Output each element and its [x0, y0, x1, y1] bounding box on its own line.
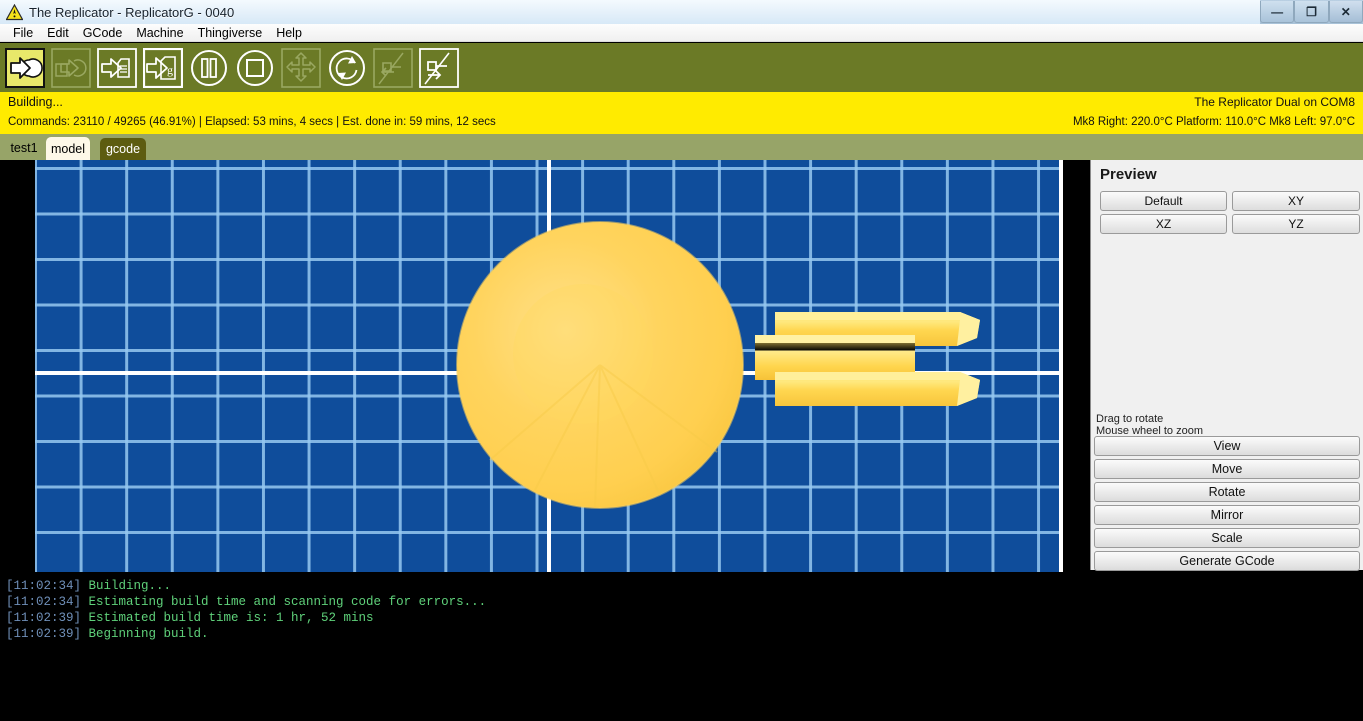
log-message: Beginning build.: [88, 627, 209, 641]
maximize-button[interactable]: ❐: [1294, 1, 1329, 23]
disconnect-icon[interactable]: [373, 47, 413, 88]
console-log[interactable]: [11:02:34] Building... [11:02:34] Estima…: [0, 574, 1363, 721]
preview-panel: Preview Default XY XZ YZ Drag to rotate …: [1090, 160, 1363, 571]
tab-strip: test1 model gcode: [0, 134, 1363, 160]
scale-button[interactable]: Scale: [1094, 528, 1360, 548]
menu-item-machine[interactable]: Machine: [129, 24, 190, 42]
log-timestamp: [11:02:39]: [6, 611, 89, 625]
menu-item-thingiverse[interactable]: Thingiverse: [191, 24, 270, 42]
connect-icon[interactable]: [419, 47, 459, 88]
viewport-right-border: [1059, 160, 1063, 572]
stop-icon[interactable]: [235, 48, 275, 88]
model-viewport[interactable]: [35, 160, 1063, 572]
machine-name-text: The Replicator Dual on COM8: [1194, 95, 1355, 109]
view-xy-button[interactable]: XY: [1232, 191, 1360, 211]
status-banner: Building... The Replicator Dual on COM8 …: [0, 92, 1363, 134]
viewport-hint-text: Drag to rotate Mouse wheel to zoom: [1096, 413, 1203, 437]
window-title: The Replicator - ReplicatorG - 0040: [29, 4, 235, 20]
menu-item-file[interactable]: File: [6, 24, 40, 42]
pause-icon[interactable]: [189, 48, 229, 88]
tab-gcode[interactable]: gcode: [100, 138, 146, 160]
move-button[interactable]: Move: [1094, 459, 1360, 479]
title-bar[interactable]: The Replicator - ReplicatorG - 0040: [0, 0, 1260, 24]
temperature-readout: Mk8 Right: 220.0°C Platform: 110.0°C Mk8…: [1072, 116, 1355, 128]
log-message: Estimating build time and scanning code …: [88, 595, 487, 609]
build-state-text: Building...: [8, 95, 63, 109]
generate-gcode-button[interactable]: Generate GCode: [1094, 551, 1360, 571]
view-xz-button[interactable]: XZ: [1100, 214, 1227, 234]
tab-model[interactable]: model: [46, 137, 90, 160]
log-timestamp: [11:02:39]: [6, 627, 89, 641]
log-message: Estimated build time is: 1 hr, 52 mins: [88, 611, 374, 625]
close-button[interactable]: ✕: [1328, 1, 1363, 23]
log-line: [11:02:39] Estimated build time is: 1 hr…: [6, 610, 1363, 626]
log-message: Building...: [88, 579, 172, 593]
menu-item-help[interactable]: Help: [269, 24, 309, 42]
menu-bar: File Edit GCode Machine Thingiverse Help: [0, 24, 1363, 42]
rotate-button[interactable]: Rotate: [1094, 482, 1360, 502]
view-yz-button[interactable]: YZ: [1232, 214, 1360, 234]
toolbar: g: [0, 43, 1363, 92]
log-line: [11:02:34] Estimating build time and sca…: [6, 594, 1363, 610]
menu-item-edit[interactable]: Edit: [40, 24, 76, 42]
control-panel-icon[interactable]: [281, 47, 321, 88]
view-default-button[interactable]: Default: [1100, 191, 1227, 211]
log-line: [11:02:34] Building...: [6, 578, 1363, 594]
view-mode-button[interactable]: View: [1094, 436, 1360, 456]
generate-gcode-icon[interactable]: g: [143, 47, 183, 88]
log-timestamp: [11:02:34]: [6, 579, 89, 593]
menu-item-gcode[interactable]: GCode: [76, 24, 130, 42]
build-to-file-icon[interactable]: [51, 47, 91, 88]
mirror-button[interactable]: Mirror: [1094, 505, 1360, 525]
build-from-file-icon[interactable]: [97, 47, 137, 88]
svg-text:g: g: [167, 63, 173, 77]
model-geometry: [456, 221, 980, 509]
build-progress-text: Commands: 23110 / 49265 (46.91%) | Elaps…: [8, 116, 496, 128]
log-line: [11:02:39] Beginning build.: [6, 626, 1363, 642]
reset-icon[interactable]: [327, 48, 367, 88]
minimize-button[interactable]: —: [1260, 1, 1295, 23]
log-timestamp: [11:02:34]: [6, 595, 89, 609]
tab-test1[interactable]: test1: [4, 138, 44, 158]
preview-title: Preview: [1100, 166, 1157, 183]
main-body: Preview Default XY XZ YZ Drag to rotate …: [0, 160, 1363, 574]
window-controls[interactable]: — ❐ ✕: [1260, 0, 1363, 24]
build-icon[interactable]: [5, 47, 45, 88]
warning-triangle-icon: [6, 3, 23, 20]
